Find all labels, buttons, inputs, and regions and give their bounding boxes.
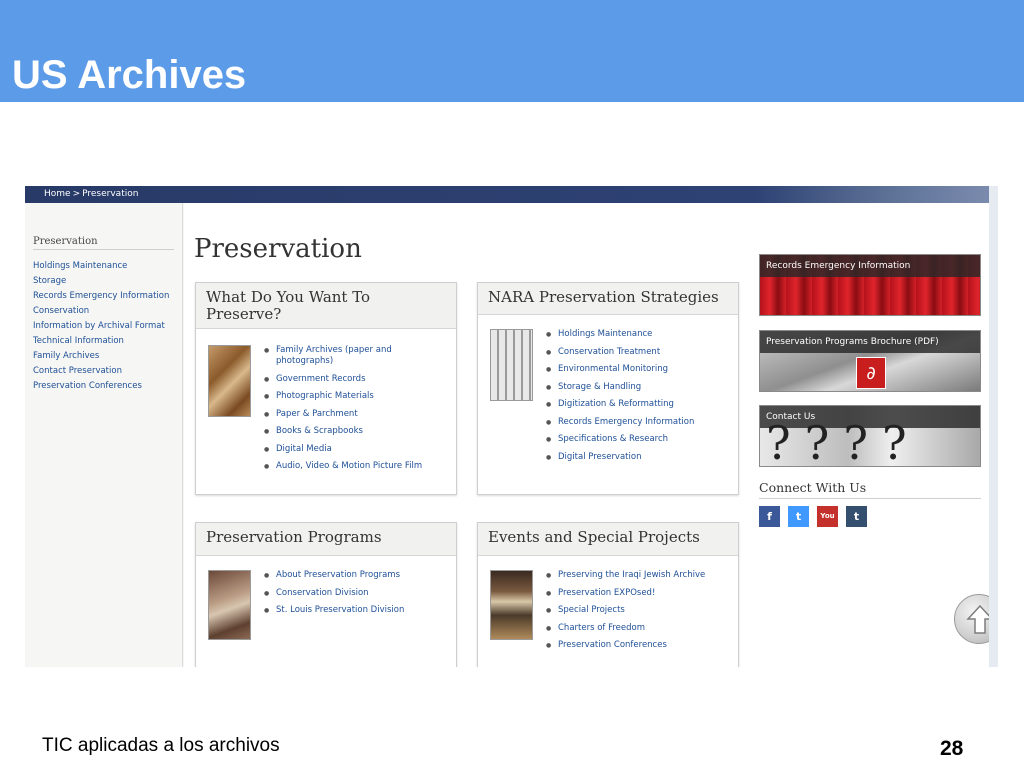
card-title: Preservation Programs xyxy=(206,528,382,546)
promo-contact-us[interactable]: Contact Us ???? xyxy=(759,405,981,467)
question-marks-icon: ???? xyxy=(766,416,921,467)
link-preservation-exposed[interactable]: Preservation EXPOsed! xyxy=(546,588,726,599)
youtube-icon[interactable]: You xyxy=(817,506,838,527)
card-link-list: Preserving the Iraqi Jewish Archive Pres… xyxy=(546,570,726,658)
card-link-list: About Preservation Programs Conservation… xyxy=(264,570,444,623)
link-storage-handling[interactable]: Storage & Handling xyxy=(546,382,726,393)
breadcrumb-home-link[interactable]: Home xyxy=(44,189,71,199)
tumblr-icon[interactable]: t xyxy=(846,506,867,527)
breadcrumb-current: Preservation xyxy=(82,189,139,199)
sidebar-item-archival-format[interactable]: Information by Archival Format xyxy=(33,319,169,334)
card-link-list: Holdings Maintenance Conservation Treatm… xyxy=(546,329,726,469)
card-header: What Do You Want To Preserve? xyxy=(196,283,456,329)
card-preservation-strategies: NARA Preservation Strategies Holdings Ma… xyxy=(477,282,739,495)
site-header-bar: Home > Preservation xyxy=(25,186,998,203)
link-iraqi-jewish-archive[interactable]: Preserving the Iraqi Jewish Archive xyxy=(546,570,726,581)
slide-page-number: 28 xyxy=(940,737,964,760)
promo-programs-brochure[interactable]: Preservation Programs Brochure (PDF) ∂ xyxy=(759,330,981,392)
link-holdings-maintenance[interactable]: Holdings Maintenance xyxy=(546,329,726,340)
card-body: About Preservation Programs Conservation… xyxy=(196,556,456,667)
card-header: Preservation Programs xyxy=(196,523,456,556)
conservation-hands-thumbnail xyxy=(208,570,251,640)
link-about-preservation-programs[interactable]: About Preservation Programs xyxy=(264,570,444,581)
card-header: Events and Special Projects xyxy=(478,523,738,556)
link-preservation-conferences[interactable]: Preservation Conferences xyxy=(546,640,726,651)
twitter-icon[interactable]: t xyxy=(788,506,809,527)
card-events-special-projects: Events and Special Projects Preserving t… xyxy=(477,522,739,667)
pdf-icon: ∂ xyxy=(856,357,886,389)
link-st-louis-division[interactable]: St. Louis Preservation Division xyxy=(264,605,444,616)
page-title: Preservation xyxy=(194,234,362,264)
sidebar-item-holdings-maintenance[interactable]: Holdings Maintenance xyxy=(33,259,169,274)
breadcrumb-separator: > xyxy=(72,189,81,199)
facebook-icon[interactable]: f xyxy=(759,506,780,527)
link-photographic-materials[interactable]: Photographic Materials xyxy=(264,391,444,402)
link-audio-video-film[interactable]: Audio, Video & Motion Picture Film xyxy=(264,461,444,472)
sidebar: Preservation Holdings Maintenance Storag… xyxy=(25,203,183,667)
link-digitization-reformatting[interactable]: Digitization & Reformatting xyxy=(546,399,726,410)
link-paper-parchment[interactable]: Paper & Parchment xyxy=(264,409,444,420)
promo-label: Preservation Programs Brochure (PDF) xyxy=(760,331,980,353)
card-title: Events and Special Projects xyxy=(488,528,700,546)
sidebar-item-family-archives[interactable]: Family Archives xyxy=(33,349,169,364)
slide-title: US Archives xyxy=(12,53,247,97)
sidebar-heading: Preservation xyxy=(33,236,174,250)
link-charters-of-freedom[interactable]: Charters of Freedom xyxy=(546,623,726,634)
card-body: Holdings Maintenance Conservation Treatm… xyxy=(478,315,738,494)
sidebar-item-storage[interactable]: Storage xyxy=(33,274,169,289)
link-digital-preservation[interactable]: Digital Preservation xyxy=(546,452,726,463)
card-title: What Do You Want To Preserve? xyxy=(206,288,371,323)
promo-records-emergency[interactable]: Records Emergency Information xyxy=(759,254,981,316)
connect-heading: Connect With Us xyxy=(759,480,981,499)
sidebar-item-preservation-conferences[interactable]: Preservation Conferences xyxy=(33,379,169,394)
link-books-scrapbooks[interactable]: Books & Scrapbooks xyxy=(264,426,444,437)
sidebar-nav: Holdings Maintenance Storage Records Eme… xyxy=(33,259,169,394)
link-environmental-monitoring[interactable]: Environmental Monitoring xyxy=(546,364,726,375)
website-screenshot: Home > Preservation Preservation Holdings … xyxy=(25,186,998,667)
card-body: Preserving the Iraqi Jewish Archive Pres… xyxy=(478,556,738,667)
link-conservation-division[interactable]: Conservation Division xyxy=(264,588,444,599)
promo-label: Records Emergency Information xyxy=(760,255,980,277)
sidebar-item-conservation[interactable]: Conservation xyxy=(33,304,169,319)
page-scrollbar[interactable] xyxy=(989,186,998,667)
card-preservation-programs: Preservation Programs About Preservation… xyxy=(195,522,457,667)
card-body: Family Archives (paper and photographs) … xyxy=(196,329,456,494)
link-conservation-treatment[interactable]: Conservation Treatment xyxy=(546,347,726,358)
archive-shelves-thumbnail xyxy=(490,329,533,401)
card-link-list: Family Archives (paper and photographs) … xyxy=(264,345,444,479)
family-archives-thumbnail xyxy=(208,345,251,417)
link-digital-media[interactable]: Digital Media xyxy=(264,444,444,455)
link-family-archives[interactable]: Family Archives (paper and photographs) xyxy=(264,345,444,367)
card-header: NARA Preservation Strategies xyxy=(478,283,738,315)
sidebar-item-records-emergency[interactable]: Records Emergency Information xyxy=(33,289,169,304)
link-special-projects[interactable]: Special Projects xyxy=(546,605,726,616)
card-title: NARA Preservation Strategies xyxy=(488,288,719,306)
link-government-records[interactable]: Government Records xyxy=(264,374,444,385)
link-specifications-research[interactable]: Specifications & Research xyxy=(546,434,726,445)
breadcrumb: Home > Preservation xyxy=(44,188,138,200)
card-what-to-preserve: What Do You Want To Preserve? Family Arc… xyxy=(195,282,457,495)
slide-footer-text: TIC aplicadas a los archivos xyxy=(42,735,280,756)
link-records-emergency[interactable]: Records Emergency Information xyxy=(546,417,726,428)
sidebar-item-technical-information[interactable]: Technical Information xyxy=(33,334,169,349)
sidebar-item-contact-preservation[interactable]: Contact Preservation xyxy=(33,364,169,379)
exhibit-speaker-thumbnail xyxy=(490,570,533,640)
